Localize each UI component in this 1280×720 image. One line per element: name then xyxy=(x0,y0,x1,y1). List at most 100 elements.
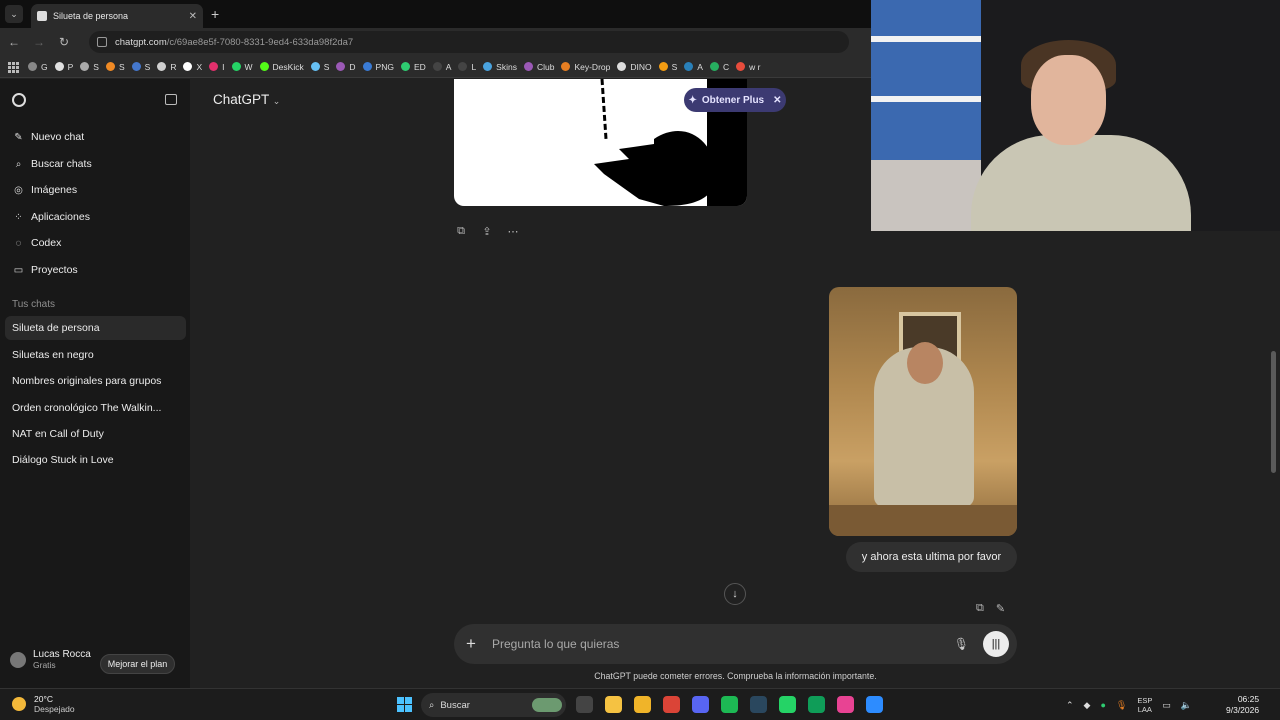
url-path: /c/69ae8e5f-7080-8331-9ed4-633da98f2da7 xyxy=(166,36,354,48)
forward-arrow-icon[interactable]: → xyxy=(28,35,50,49)
chat-item[interactable]: NAT en Call of Duty xyxy=(5,422,186,446)
more-options-icon[interactable]: ⋯ xyxy=(506,225,520,238)
store-icon[interactable] xyxy=(605,696,622,713)
user-profile[interactable]: Lucas Rocca Gratis xyxy=(10,649,91,670)
sidebar-item-codex[interactable]: ◌ Codex xyxy=(12,237,62,249)
sidebar-item-new-chat[interactable]: ✎ Nuevo chat xyxy=(12,131,84,143)
bookmark-item[interactable]: R xyxy=(157,62,176,72)
bookmark-item[interactable]: S xyxy=(80,62,99,72)
url-bar[interactable]: chatgpt.com/c/69ae8e5f-7080-8331-9ed4-63… xyxy=(89,31,849,53)
copy-icon[interactable]: ⧉ xyxy=(454,225,468,238)
chrome-profile-icon[interactable] xyxy=(808,696,825,713)
weather-temp: 20°C xyxy=(34,694,53,704)
bookmark-item[interactable]: W xyxy=(231,62,253,72)
voice-mode-icon[interactable]: ||| xyxy=(983,631,1009,657)
sidebar-item-projects[interactable]: ▭ Proyectos xyxy=(12,264,78,276)
chat-item-active[interactable]: Silueta de persona xyxy=(5,316,186,340)
bookmark-item[interactable]: Club xyxy=(523,62,554,72)
whatsapp-icon[interactable] xyxy=(779,696,796,713)
weather-widget[interactable]: 20°C Despejado xyxy=(12,694,75,714)
clock[interactable]: 06:25 9/3/2026 xyxy=(1226,694,1259,716)
bookmark-item[interactable]: Key-Drop xyxy=(561,62,610,72)
bookmark-item[interactable]: PNG xyxy=(362,62,394,72)
bookmark-item[interactable]: w r xyxy=(736,62,760,72)
bookmark-item[interactable]: D xyxy=(336,62,356,72)
close-icon[interactable]: ✕ xyxy=(773,95,781,106)
edit-message-icon[interactable]: ✎ xyxy=(996,602,1005,615)
chatgpt-logo-icon[interactable] xyxy=(12,93,26,107)
back-arrow-icon[interactable]: ← xyxy=(3,35,25,49)
bookmark-item[interactable]: I xyxy=(209,62,225,72)
bookmark-item[interactable]: S xyxy=(131,62,150,72)
get-plus-banner[interactable]: ✦ Obtener Plus ✕ xyxy=(684,88,786,112)
bookmark-label: X xyxy=(196,61,203,72)
user-uploaded-photo[interactable] xyxy=(829,287,1017,536)
page-scrollbar[interactable] xyxy=(1271,351,1276,473)
apps-grid-icon[interactable] xyxy=(8,61,19,73)
bookmark-item[interactable]: S xyxy=(310,62,329,72)
tab-close-icon[interactable]: ✕ xyxy=(189,11,197,22)
copy-icon[interactable]: ⧉ xyxy=(976,602,984,615)
bookmark-item[interactable]: A xyxy=(684,62,703,72)
share-icon[interactable]: ⇪ xyxy=(480,225,494,238)
sidebar-item-label: Aplicaciones xyxy=(31,211,90,223)
bookmark-label: S xyxy=(671,61,678,72)
lang-bottom: LAA xyxy=(1137,705,1152,714)
site-info-icon[interactable] xyxy=(97,37,107,47)
chat-item[interactable]: Orden cronológico The Walkin... xyxy=(5,396,186,420)
sidebar-item-label: Buscar chats xyxy=(31,158,92,170)
discord-icon[interactable] xyxy=(692,696,709,713)
model-selector[interactable]: ChatGPT ⌄ xyxy=(213,92,280,107)
bookmark-item[interactable]: A xyxy=(432,62,451,72)
chrome-profile-2-icon[interactable] xyxy=(837,696,854,713)
tab-search-button[interactable]: ⌄ xyxy=(5,5,23,23)
sidebar-item-search-chats[interactable]: ⌕ Buscar chats xyxy=(12,158,92,170)
microphone-icon[interactable]: 🎙 xyxy=(954,637,969,651)
bookmark-item[interactable]: Skins xyxy=(483,62,517,72)
chevron-up-icon[interactable]: ⌃ xyxy=(1066,700,1074,711)
bookmark-label: S xyxy=(93,61,99,72)
upgrade-plan-button[interactable]: Mejorar el plan xyxy=(100,654,175,674)
sidebar-item-images[interactable]: ◎ Imágenes xyxy=(12,184,77,196)
sidebar-toggle-icon[interactable] xyxy=(165,94,177,105)
folder-icon[interactable] xyxy=(634,696,651,713)
bookmark-item[interactable]: ED xyxy=(400,62,426,72)
blue-app-icon[interactable] xyxy=(866,696,883,713)
bookmark-item[interactable]: S xyxy=(105,62,125,72)
bookmark-favicon-icon xyxy=(183,62,193,71)
spotify-icon[interactable] xyxy=(721,696,738,713)
chat-item[interactable]: Siluetas en negro xyxy=(5,343,186,367)
steam-tray-icon[interactable]: ◆ xyxy=(1084,700,1091,711)
steam-icon[interactable] xyxy=(750,696,767,713)
volume-icon[interactable]: 🔈 xyxy=(1181,700,1192,711)
bookmark-item[interactable]: L xyxy=(458,62,476,72)
bookmark-item[interactable]: P xyxy=(54,62,73,72)
bookmark-item[interactable]: S xyxy=(658,61,678,72)
chat-item[interactable]: Diálogo Stuck in Love xyxy=(5,448,186,472)
chat-item[interactable]: Nombres originales para grupos xyxy=(5,369,186,393)
mic-tray-icon[interactable]: 🎙 xyxy=(1116,700,1127,711)
bookmark-item[interactable]: C xyxy=(709,62,729,72)
chatgpt-favicon-icon xyxy=(37,11,47,21)
browser-tab-active[interactable]: Silueta de persona ✕ xyxy=(31,4,203,28)
prompt-input[interactable] xyxy=(492,637,954,651)
bookmark-item[interactable]: DesKick xyxy=(259,61,304,72)
taskbar-search[interactable]: ⌕ Buscar xyxy=(421,693,566,717)
bookmark-favicon-icon xyxy=(131,62,141,71)
new-tab-button[interactable]: + xyxy=(211,6,219,22)
scroll-down-arrow-icon[interactable]: ↓ xyxy=(724,583,746,605)
bookmark-item[interactable]: DINO xyxy=(617,62,652,72)
file-explorer-icon[interactable] xyxy=(576,696,593,713)
get-plus-label: Obtener Plus xyxy=(701,94,765,106)
bookmark-item[interactable]: G xyxy=(28,62,48,72)
language-indicator[interactable]: ESP LAA xyxy=(1137,696,1152,714)
network-icon[interactable]: ▭ xyxy=(1162,700,1171,711)
windows-start-icon[interactable] xyxy=(397,697,412,712)
attach-plus-icon[interactable]: + xyxy=(466,634,482,654)
status-dot-icon[interactable]: ● xyxy=(1100,700,1105,710)
chrome-icon[interactable] xyxy=(663,696,680,713)
reload-icon[interactable]: ↻ xyxy=(53,35,75,49)
bookmark-item[interactable]: X xyxy=(183,62,202,72)
sidebar-item-apps[interactable]: ⁘ Aplicaciones xyxy=(12,211,90,223)
bookmark-label: DesKick xyxy=(272,61,304,72)
